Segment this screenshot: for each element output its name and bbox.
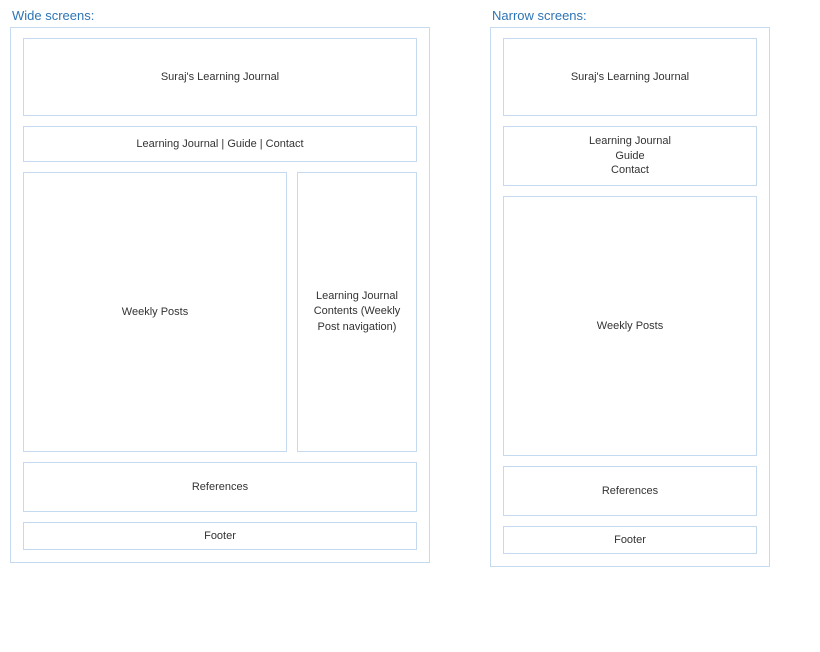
wide-posts-label: Weekly Posts	[122, 305, 188, 320]
narrow-frame: Suraj's Learning Journal Learning Journa…	[490, 27, 770, 567]
wide-heading: Wide screens:	[12, 8, 430, 23]
wide-header-box: Suraj's Learning Journal	[23, 38, 417, 116]
narrow-nav-box: Learning Journal Guide Contact	[503, 126, 757, 186]
wide-footer-label: Footer	[204, 529, 236, 544]
narrow-footer-label: Footer	[614, 533, 646, 548]
narrow-header-box: Suraj's Learning Journal	[503, 38, 757, 116]
wide-column: Wide screens: Suraj's Learning Journal L…	[10, 8, 430, 563]
narrow-nav-line1: Learning Journal	[589, 134, 671, 149]
narrow-nav-line3: Contact	[611, 163, 649, 178]
wide-footer-box: Footer	[23, 522, 417, 550]
wide-sidebar-label: Learning Journal Contents (Weekly Post n…	[302, 289, 412, 335]
wide-nav-box: Learning Journal | Guide | Contact	[23, 126, 417, 162]
wide-sidebar-box: Learning Journal Contents (Weekly Post n…	[297, 172, 417, 452]
narrow-column: Narrow screens: Suraj's Learning Journal…	[490, 8, 770, 567]
narrow-footer-box: Footer	[503, 526, 757, 554]
narrow-references-label: References	[602, 484, 658, 499]
wide-content-row: Weekly Posts Learning Journal Contents (…	[23, 172, 417, 452]
wide-references-box: References	[23, 462, 417, 512]
wide-posts-box: Weekly Posts	[23, 172, 287, 452]
wireframe-row: Wide screens: Suraj's Learning Journal L…	[10, 8, 810, 567]
narrow-heading: Narrow screens:	[492, 8, 770, 23]
narrow-posts-label: Weekly Posts	[597, 319, 663, 334]
wide-frame: Suraj's Learning Journal Learning Journa…	[10, 27, 430, 563]
narrow-references-box: References	[503, 466, 757, 516]
narrow-nav-line2: Guide	[615, 149, 644, 164]
narrow-posts-box: Weekly Posts	[503, 196, 757, 456]
narrow-header-label: Suraj's Learning Journal	[571, 70, 689, 85]
wide-header-label: Suraj's Learning Journal	[161, 70, 279, 85]
wide-references-label: References	[192, 480, 248, 495]
wide-nav-label: Learning Journal | Guide | Contact	[136, 137, 303, 152]
